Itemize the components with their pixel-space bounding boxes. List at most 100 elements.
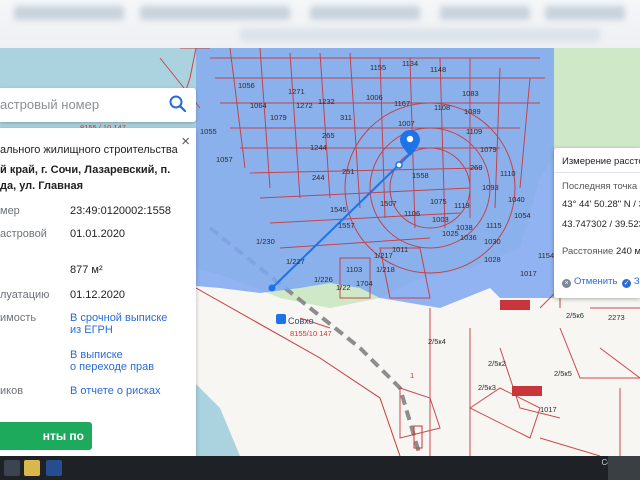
parcel-label: 1106 bbox=[404, 209, 420, 218]
egrn-extract-link[interactable]: В срочной выписке bbox=[70, 312, 167, 324]
parcel-label: 1557 bbox=[338, 221, 355, 230]
parcel-label: 1025 bbox=[442, 229, 459, 238]
route-start-point[interactable] bbox=[268, 284, 276, 292]
parcel-label: 1006 bbox=[366, 93, 383, 102]
parcel-label: 269 bbox=[470, 163, 483, 172]
parcel-address-line: й край, г. Сочи, Лазаревский, п. bbox=[0, 164, 171, 176]
parcel-label: 1075 bbox=[430, 197, 447, 206]
parcel-label: 1155 bbox=[370, 63, 386, 72]
divider bbox=[554, 172, 640, 173]
field-label: астровой bbox=[0, 228, 47, 240]
parcel-label: 2/5к4 bbox=[428, 337, 446, 346]
parcel-label: 2273 bbox=[608, 313, 625, 322]
finish-measure-button[interactable]: ✓ З bbox=[622, 276, 640, 288]
parcel-label: 1030 bbox=[484, 237, 501, 246]
parcel-label: 1011 bbox=[392, 245, 408, 254]
parcel-label: 1054 bbox=[514, 211, 531, 220]
taskbar-app-icon[interactable] bbox=[46, 460, 62, 476]
tab-strip[interactable] bbox=[14, 6, 124, 20]
area-value: 877 м² bbox=[70, 264, 103, 276]
notification-icon[interactable] bbox=[608, 456, 640, 480]
distance-value: 240 м (0 bbox=[616, 246, 640, 257]
parcel-label: 2/5к3 bbox=[478, 383, 496, 392]
parcel-label: 1089 bbox=[464, 107, 481, 116]
parcel-label: 1028 bbox=[484, 255, 501, 264]
measure-title: Измерение расстоян bbox=[562, 156, 640, 167]
tab-strip[interactable] bbox=[545, 6, 625, 20]
parcel-label: 1007 bbox=[398, 119, 415, 128]
field-label: луатацию bbox=[0, 289, 50, 301]
start-button[interactable] bbox=[4, 460, 20, 476]
parcel-label: 8155/10 147 bbox=[290, 329, 332, 338]
parcel-info-panel: × ального жилищного строительства й край… bbox=[0, 128, 196, 471]
field-label: мер bbox=[0, 205, 20, 217]
registration-date-value: 01.01.2020 bbox=[70, 228, 126, 240]
parcel-label: 1079 bbox=[480, 145, 497, 154]
distance-measure-panel: Измерение расстоян Последняя точка 43° 4… bbox=[554, 148, 640, 298]
egrn-extract-link-2[interactable]: из ЕГРН bbox=[70, 324, 113, 336]
parcel-label: 1017 bbox=[540, 405, 557, 414]
field-label: имость bbox=[0, 312, 37, 324]
parcel-label: 1244 bbox=[310, 143, 327, 152]
parcel-label: 2/5к6 bbox=[566, 311, 584, 320]
coord-dms: 43° 44' 50.28" N / 39° bbox=[562, 199, 640, 210]
parcel-label: 1272 bbox=[296, 101, 313, 110]
settlement-icon bbox=[276, 314, 286, 324]
cancel-label: Отменить bbox=[574, 276, 618, 287]
parcel-label: 1110 bbox=[500, 169, 516, 178]
taskbar: Сеть 2 bbox=[0, 456, 640, 480]
parcel-label: 2/5к2 bbox=[488, 359, 506, 368]
finish-label: З bbox=[634, 276, 640, 287]
check-icon: ✓ bbox=[622, 279, 631, 288]
commission-date-value: 01.12.2020 bbox=[70, 289, 126, 301]
object-documents-button[interactable]: нты по объекту bbox=[0, 422, 92, 471]
parcel-label: 2/5к5 bbox=[554, 369, 572, 378]
rights-transfer-link[interactable]: В выписке bbox=[70, 349, 123, 361]
parcel-label: 1/217 bbox=[374, 251, 393, 260]
tab-strip[interactable] bbox=[140, 6, 290, 20]
risk-report-link[interactable]: В отчете о рисках bbox=[70, 385, 161, 397]
cadastral-search[interactable]: астровый номер bbox=[0, 88, 196, 122]
map-place-label: Совхо bbox=[288, 316, 314, 326]
rights-transfer-link-2[interactable]: о переходе прав bbox=[70, 361, 154, 373]
parcel-label: 1507 bbox=[380, 199, 397, 208]
cancel-icon: × bbox=[562, 279, 571, 288]
parcel-label: 1/226 bbox=[314, 275, 333, 284]
parcel-label: 1103 bbox=[346, 265, 362, 274]
parcel-label: 1/230 bbox=[256, 237, 275, 246]
parcel-label: 1108 bbox=[434, 103, 450, 112]
close-icon[interactable]: × bbox=[181, 133, 190, 150]
parcel-label: 1271 bbox=[288, 87, 305, 96]
browser-chrome bbox=[0, 0, 640, 49]
parcel-label: 1558 bbox=[412, 171, 429, 180]
parcel-label: 1056 bbox=[238, 81, 255, 90]
cancel-measure-button[interactable]: × Отменить bbox=[562, 276, 617, 288]
parcel-label: 251 bbox=[342, 167, 355, 176]
parcel-label: 265 bbox=[322, 131, 335, 140]
last-point-label: Последняя точка bbox=[562, 181, 638, 192]
parcel-label: 244 bbox=[312, 173, 325, 182]
parcel-label: 1232 bbox=[318, 97, 335, 106]
parcel-label: 1119 bbox=[454, 201, 470, 210]
parcel-label: 1079 bbox=[270, 113, 287, 122]
search-icon[interactable] bbox=[168, 94, 188, 114]
address-bar[interactable] bbox=[240, 28, 600, 42]
parcel-label: 1/218 bbox=[376, 265, 395, 274]
parcel-address-line: да, ул. Главная bbox=[0, 180, 84, 192]
tab-strip[interactable] bbox=[440, 6, 530, 20]
parcel-label: 1057 bbox=[216, 155, 233, 164]
parcel-label: 1154 bbox=[538, 251, 554, 260]
parcel-label: 1109 bbox=[466, 127, 482, 136]
parcel-label: 1017 bbox=[520, 269, 537, 278]
parcel-label: 1134 bbox=[402, 59, 418, 68]
parcel-label: 1036 bbox=[460, 233, 477, 242]
parcel-label: 1/227 bbox=[286, 257, 305, 266]
parcel-label: 311 bbox=[340, 113, 352, 122]
parcel-label: 1/22 bbox=[336, 283, 351, 292]
parcel-label: 1167 bbox=[394, 99, 410, 108]
parcel-label: 1 bbox=[410, 371, 414, 380]
parcel-label: 1545 bbox=[330, 205, 347, 214]
tab-strip[interactable] bbox=[310, 6, 420, 20]
taskbar-app-icon[interactable] bbox=[24, 460, 40, 476]
search-input[interactable]: астровый номер bbox=[0, 97, 99, 112]
